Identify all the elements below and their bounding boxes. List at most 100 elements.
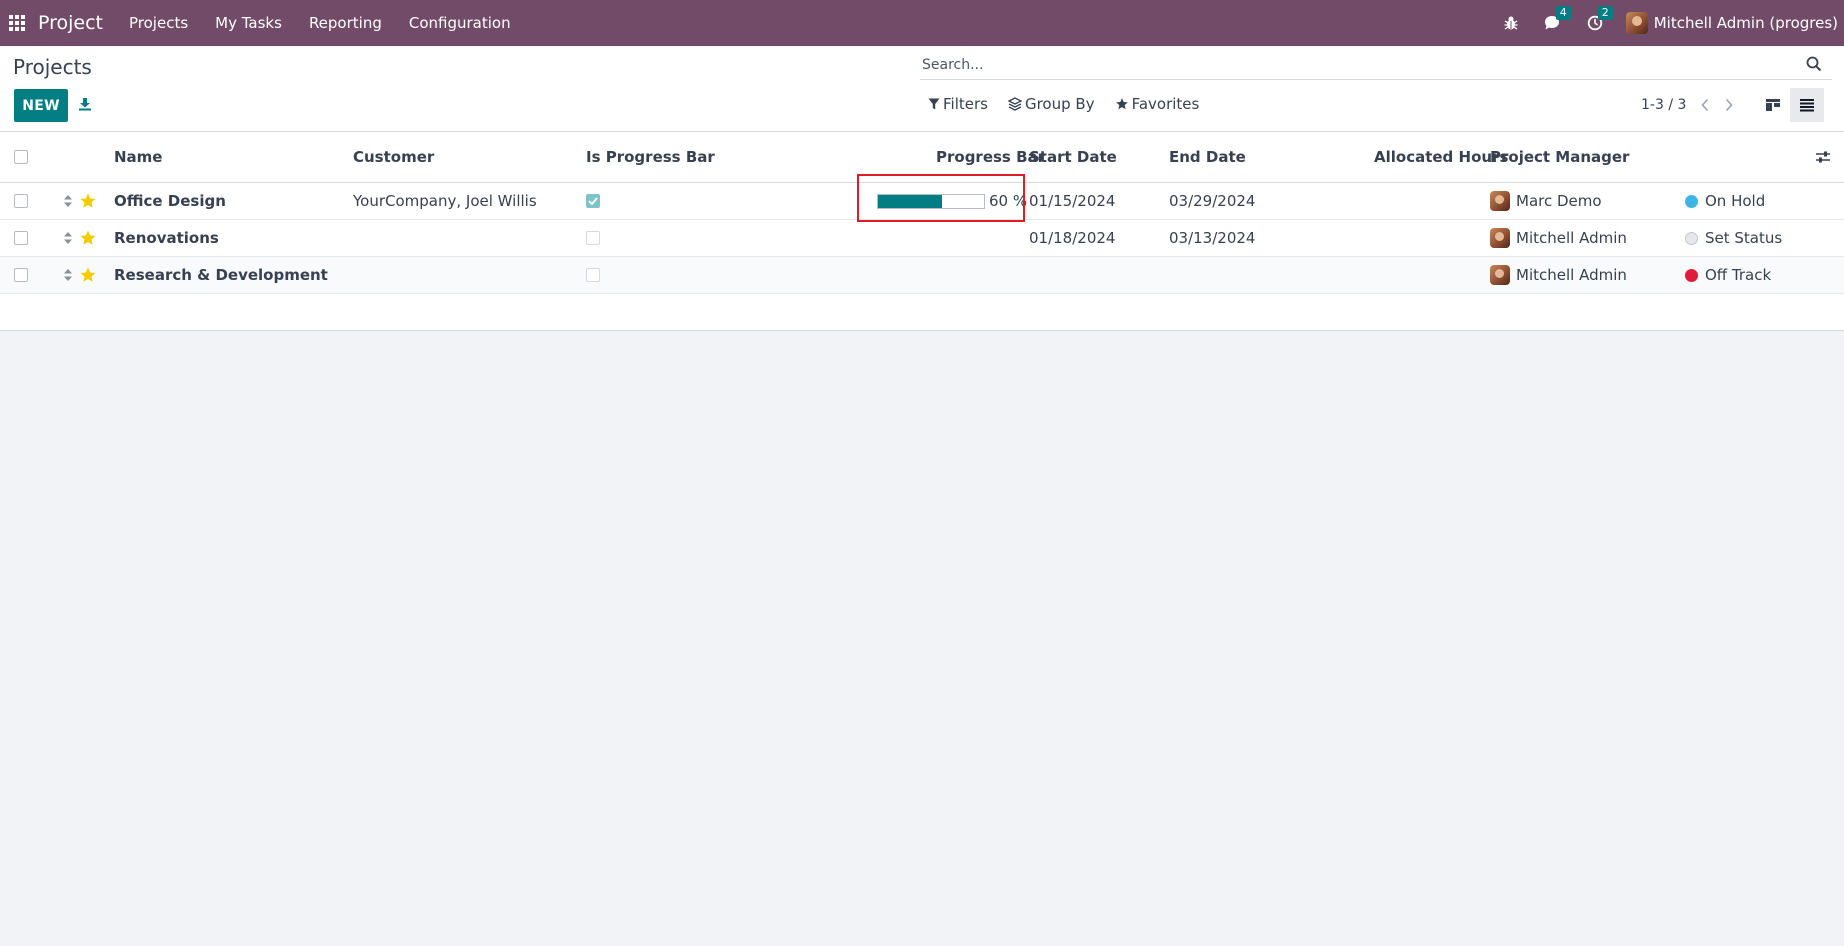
status-cell[interactable]: On Hold [1685, 183, 1765, 219]
favorite-star-icon[interactable] [79, 183, 97, 219]
column-is-progress-bar[interactable]: Is Progress Bar [586, 132, 715, 182]
filter-icon [928, 98, 940, 110]
column-end-date[interactable]: End Date [1169, 132, 1246, 182]
manager-name: Marc Demo [1516, 192, 1602, 210]
search-icon[interactable] [1806, 56, 1824, 74]
manager-name: Mitchell Admin [1516, 229, 1627, 247]
project-name[interactable]: Renovations [114, 220, 219, 256]
is-progress-bar-checkbox[interactable] [586, 194, 600, 208]
row-select-cell [14, 220, 28, 256]
filters-label: Filters [943, 95, 988, 113]
is-progress-bar-cell [586, 257, 600, 293]
drag-handle-icon[interactable] [63, 183, 73, 219]
status-cell[interactable]: Set Status [1685, 220, 1782, 256]
status-dot-icon [1685, 268, 1698, 282]
menu-reporting[interactable]: Reporting [309, 14, 382, 32]
menu-projects[interactable]: Projects [129, 14, 188, 32]
column-allocated-hours[interactable]: Allocated Hours [1374, 132, 1508, 182]
main-menu: Projects My Tasks Reporting Configuratio… [129, 14, 538, 32]
table-row[interactable]: Research & Development Mitchell Admin Of… [0, 257, 1844, 294]
project-manager[interactable]: Marc Demo [1490, 183, 1602, 219]
column-start-date[interactable]: Start Date [1029, 132, 1117, 182]
view-switcher [1756, 88, 1824, 122]
row-checkbox[interactable] [14, 231, 28, 245]
start-date[interactable]: 01/15/2024 [1029, 183, 1115, 219]
column-customer[interactable]: Customer [353, 132, 434, 182]
pager-previous-icon[interactable] [1696, 96, 1714, 114]
start-date[interactable]: 01/18/2024 [1029, 220, 1115, 256]
page-title[interactable]: Projects [13, 55, 92, 79]
project-name[interactable]: Research & Development [114, 257, 328, 293]
status-label: On Hold [1705, 192, 1766, 210]
top-navbar: Project Projects My Tasks Reporting Conf… [0, 0, 1844, 46]
select-all-cell [14, 132, 28, 182]
drag-handle-icon[interactable] [63, 220, 73, 256]
app-name[interactable]: Project [38, 12, 103, 34]
manager-avatar [1490, 265, 1510, 285]
pager-value[interactable]: 1-3 / 3 [1641, 97, 1686, 113]
drag-handle-icon[interactable] [63, 257, 73, 293]
status-label: Set Status [1705, 229, 1783, 247]
favorite-star-icon[interactable] [79, 220, 97, 256]
is-progress-bar-checkbox[interactable] [586, 231, 600, 245]
manager-name: Mitchell Admin [1516, 266, 1627, 284]
favorite-star-icon[interactable] [79, 257, 97, 293]
manager-avatar [1490, 228, 1510, 248]
status-cell[interactable]: Off Track [1685, 257, 1771, 293]
is-progress-bar-cell [586, 220, 600, 256]
list-view-icon[interactable] [1790, 88, 1824, 122]
search-options: Filters Group By Favorites [928, 95, 1219, 113]
table-row[interactable]: Renovations 01/18/2024 03/13/2024 Mitche… [0, 220, 1844, 257]
favorites-label: Favorites [1131, 95, 1200, 113]
manager-avatar [1490, 191, 1510, 211]
menu-configuration[interactable]: Configuration [409, 14, 511, 32]
debug-bug-icon[interactable] [1500, 12, 1522, 34]
row-checkbox[interactable] [14, 194, 28, 208]
project-name[interactable]: Office Design [114, 183, 226, 219]
status-dot-icon [1685, 194, 1698, 208]
filters-button[interactable]: Filters [928, 95, 988, 113]
status-dot-icon [1685, 231, 1698, 245]
group-by-label: Group By [1024, 95, 1095, 113]
end-date[interactable]: 03/29/2024 [1169, 183, 1255, 219]
column-settings-icon [1816, 151, 1830, 163]
end-date[interactable]: 03/13/2024 [1169, 220, 1255, 256]
select-all-checkbox[interactable] [14, 150, 28, 164]
status-label: Off Track [1705, 266, 1772, 284]
download-icon[interactable] [76, 93, 94, 115]
column-name[interactable]: Name [114, 132, 162, 182]
is-progress-bar-checkbox[interactable] [586, 268, 600, 282]
project-manager[interactable]: Mitchell Admin [1490, 220, 1627, 256]
activities-badge: 2 [1597, 6, 1613, 20]
control-panel: Projects NEW Filters Group By Favorites … [0, 46, 1844, 132]
highlight-annotation-box [857, 174, 1025, 222]
apps-menu-icon[interactable] [0, 0, 34, 46]
activity-clock-icon[interactable]: 2 [1584, 6, 1613, 34]
row-checkbox[interactable] [14, 268, 28, 282]
search-bar [920, 52, 1832, 80]
favorites-button[interactable]: Favorites [1115, 95, 1200, 113]
new-button[interactable]: NEW [14, 89, 68, 122]
systray: 4 2 Mitchell Admin (progres) [1500, 0, 1844, 46]
pager-next-icon[interactable] [1720, 96, 1738, 114]
projects-list: Name Customer Is Progress Bar Progress B… [0, 132, 1844, 331]
is-progress-bar-cell [586, 183, 600, 219]
kanban-view-icon[interactable] [1756, 88, 1790, 122]
favorites-star-icon [1115, 98, 1128, 110]
layers-icon [1007, 97, 1022, 111]
pager: 1-3 / 3 [1641, 96, 1744, 114]
user-avatar [1625, 12, 1648, 34]
customer-name[interactable]: YourCompany, Joel Willis [353, 183, 537, 219]
messages-chat-icon[interactable]: 4 [1542, 6, 1571, 34]
menu-my-tasks[interactable]: My Tasks [215, 14, 282, 32]
optional-columns-toggle[interactable] [1815, 132, 1831, 182]
search-input[interactable] [920, 52, 1800, 78]
row-select-cell [14, 183, 28, 219]
project-manager[interactable]: Mitchell Admin [1490, 257, 1627, 293]
user-menu[interactable]: Mitchell Admin (progres) [1625, 12, 1838, 34]
column-project-manager[interactable]: Project Manager [1490, 132, 1629, 182]
user-name: Mitchell Admin (progres) [1653, 14, 1838, 32]
row-select-cell [14, 257, 28, 293]
group-by-button[interactable]: Group By [1007, 95, 1095, 113]
messages-badge: 4 [1555, 6, 1571, 20]
